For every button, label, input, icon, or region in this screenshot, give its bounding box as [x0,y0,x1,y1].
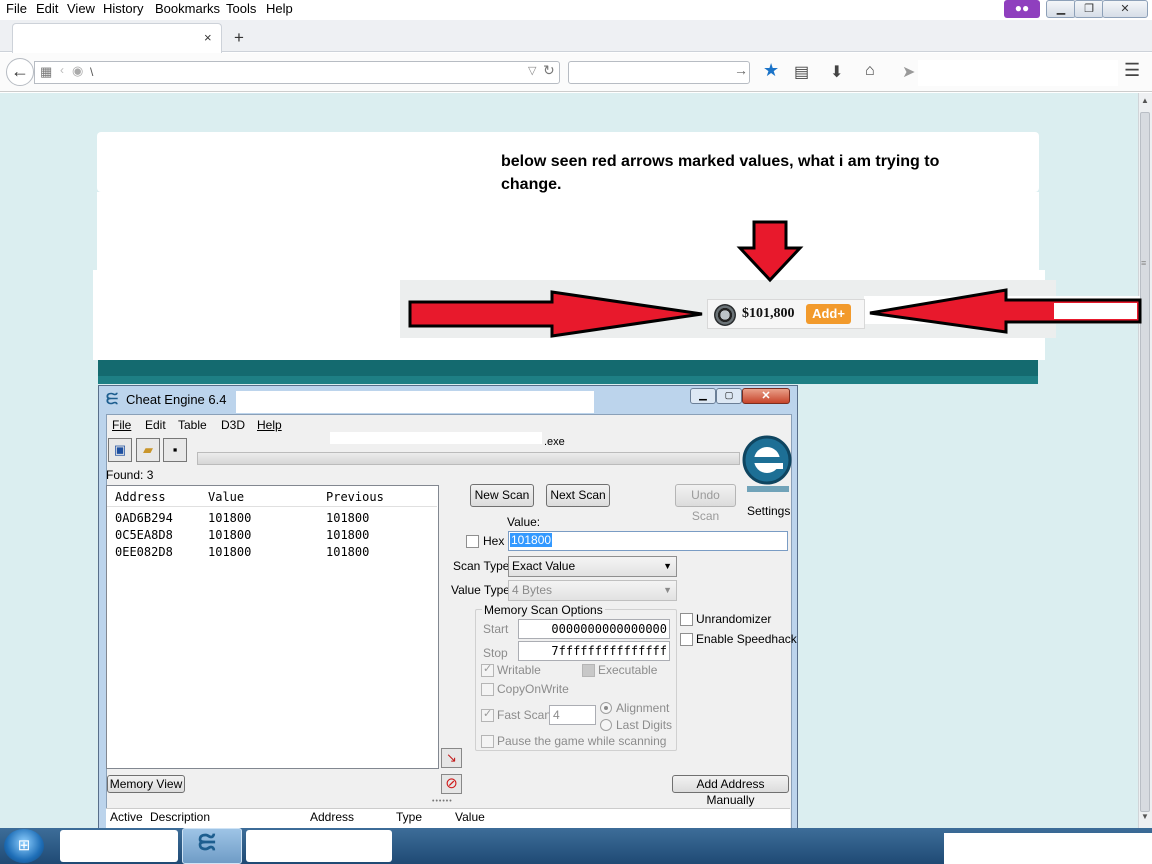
addr-col-address[interactable]: Address [310,810,354,824]
splitter-grip[interactable]: •••••• [432,798,462,805]
chevron-down-icon: ▼ [663,561,672,571]
writable-label: Writable [497,663,541,677]
ce-minimize-button[interactable]: ▁ [690,388,716,404]
result-row-value[interactable]: 101800 [208,511,251,525]
undo-scan-button[interactable]: Undo Scan [675,484,736,523]
start-address-input[interactable]: 0000000000000000 [518,619,670,639]
speedhack-label: Enable Speedhack [696,632,797,646]
ce-menu-file[interactable]: File [112,418,131,432]
fast-scan-label: Fast Scan [497,708,552,722]
open-folder-icon[interactable]: ▰ [136,438,160,462]
ce-menu-table[interactable]: Table [178,418,207,432]
last-digits-radio[interactable] [600,719,612,731]
save-disk-icon[interactable]: ▪ [163,438,187,462]
redacted-region [236,391,594,413]
result-row-previous[interactable]: 101800 [326,511,369,525]
addr-col-value[interactable]: Value [455,810,485,824]
unrandomizer-checkbox[interactable] [680,613,693,626]
last-digits-label: Last Digits [616,718,673,732]
clear-list-icon[interactable]: ⊘ [441,774,462,794]
ce-menu-help[interactable]: Help [257,418,282,432]
value-type-select[interactable]: 4 Bytes ▼ [508,580,677,601]
ce-close-button[interactable]: ✕ [742,388,790,404]
chevron-down-icon: ▼ [663,585,672,595]
balance-amount: $101,800 [742,306,795,321]
result-row-address[interactable]: 0AD6B294 [115,511,173,525]
ce-menu-d3d[interactable]: D3D [221,418,245,432]
value-type-value: 4 Bytes [512,583,553,597]
result-row-value[interactable]: 101800 [208,545,251,559]
cheat-engine-settings-icon[interactable] [741,434,793,496]
result-row-previous[interactable]: 101800 [326,528,369,542]
stop-label: Stop [483,646,508,660]
addr-col-description[interactable]: Description [150,810,210,824]
ce-maximize-button[interactable]: ▢ [716,388,742,404]
next-scan-button[interactable]: Next Scan [546,484,610,507]
unrandomizer-label: Unrandomizer [696,612,772,626]
redacted-region [330,432,542,444]
select-process-icon[interactable]: ▣ [108,438,132,462]
system-tray-redacted [944,833,1152,864]
down-arrow [736,220,804,283]
results-header-divider [107,506,437,507]
ce-window-title: Cheat Engine 6.4 [126,392,227,407]
taskbar-item-redacted[interactable] [246,830,392,862]
add-funds-button[interactable]: Add+ [806,304,851,324]
result-row-address[interactable]: 0C5EA8D8 [115,528,173,542]
right-pointing-arrow [408,290,703,338]
pause-game-label: Pause the game while scanning [497,734,667,748]
start-label: Start [483,622,509,636]
addr-col-type[interactable]: Type [396,810,422,824]
pause-game-checkbox[interactable] [481,735,494,748]
new-scan-button[interactable]: New Scan [470,484,534,507]
executable-checkbox[interactable] [582,664,595,677]
memory-scan-options-title: Memory Scan Options [482,603,605,617]
settings-label[interactable]: Settings [747,504,790,518]
value-type-label: Value Type [451,583,510,597]
stop-address-input[interactable]: 7fffffffffffffff [518,641,670,661]
taskbar-item-redacted[interactable] [60,830,178,862]
result-row-address[interactable]: 0EE082D8 [115,545,173,559]
fast-scan-alignment-input[interactable]: 4 [549,705,596,725]
memory-view-button[interactable]: Memory View [107,775,185,793]
scan-type-label: Scan Type [453,559,510,573]
value-label: Value: [507,515,541,529]
scan-progress-bar [197,452,740,465]
process-name: .exe [544,436,565,448]
add-to-list-arrow-icon[interactable]: ↘ [441,748,462,768]
copyonwrite-label: CopyOnWrite [497,682,569,696]
alignment-label: Alignment [616,701,670,715]
fast-scan-checkbox[interactable] [481,707,494,722]
found-count: Found: 3 [106,468,154,482]
speedhack-checkbox[interactable] [680,633,693,646]
poker-chip-icon [714,304,736,326]
windows-start-icon[interactable]: ⊞ [4,829,44,863]
scan-type-value: Exact Value [512,559,576,573]
column-value[interactable]: Value [208,490,244,504]
cheat-engine-taskbar-icon: ᙓ [198,830,216,855]
writable-checkbox[interactable] [481,662,494,677]
column-previous[interactable]: Previous [326,490,384,504]
add-address-manually-button[interactable]: Add Address Manually [672,775,789,807]
addr-col-active[interactable]: Active [110,810,143,824]
ce-menu-edit[interactable]: Edit [145,418,166,432]
result-row-previous[interactable]: 101800 [326,545,369,559]
alignment-radio[interactable] [600,702,612,714]
scan-type-select[interactable]: Exact Value ▼ [508,556,677,577]
hex-label: Hex [483,534,505,548]
result-row-value[interactable]: 101800 [208,528,251,542]
cheat-engine-logo-icon: ᙓ [106,391,119,408]
copyonwrite-checkbox[interactable] [481,683,494,696]
executable-label: Executable [598,663,658,677]
hex-checkbox[interactable] [466,535,479,548]
arrow-tail-white [1054,303,1137,319]
scan-value-text[interactable]: 101800 [510,533,553,547]
column-address[interactable]: Address [115,490,166,504]
